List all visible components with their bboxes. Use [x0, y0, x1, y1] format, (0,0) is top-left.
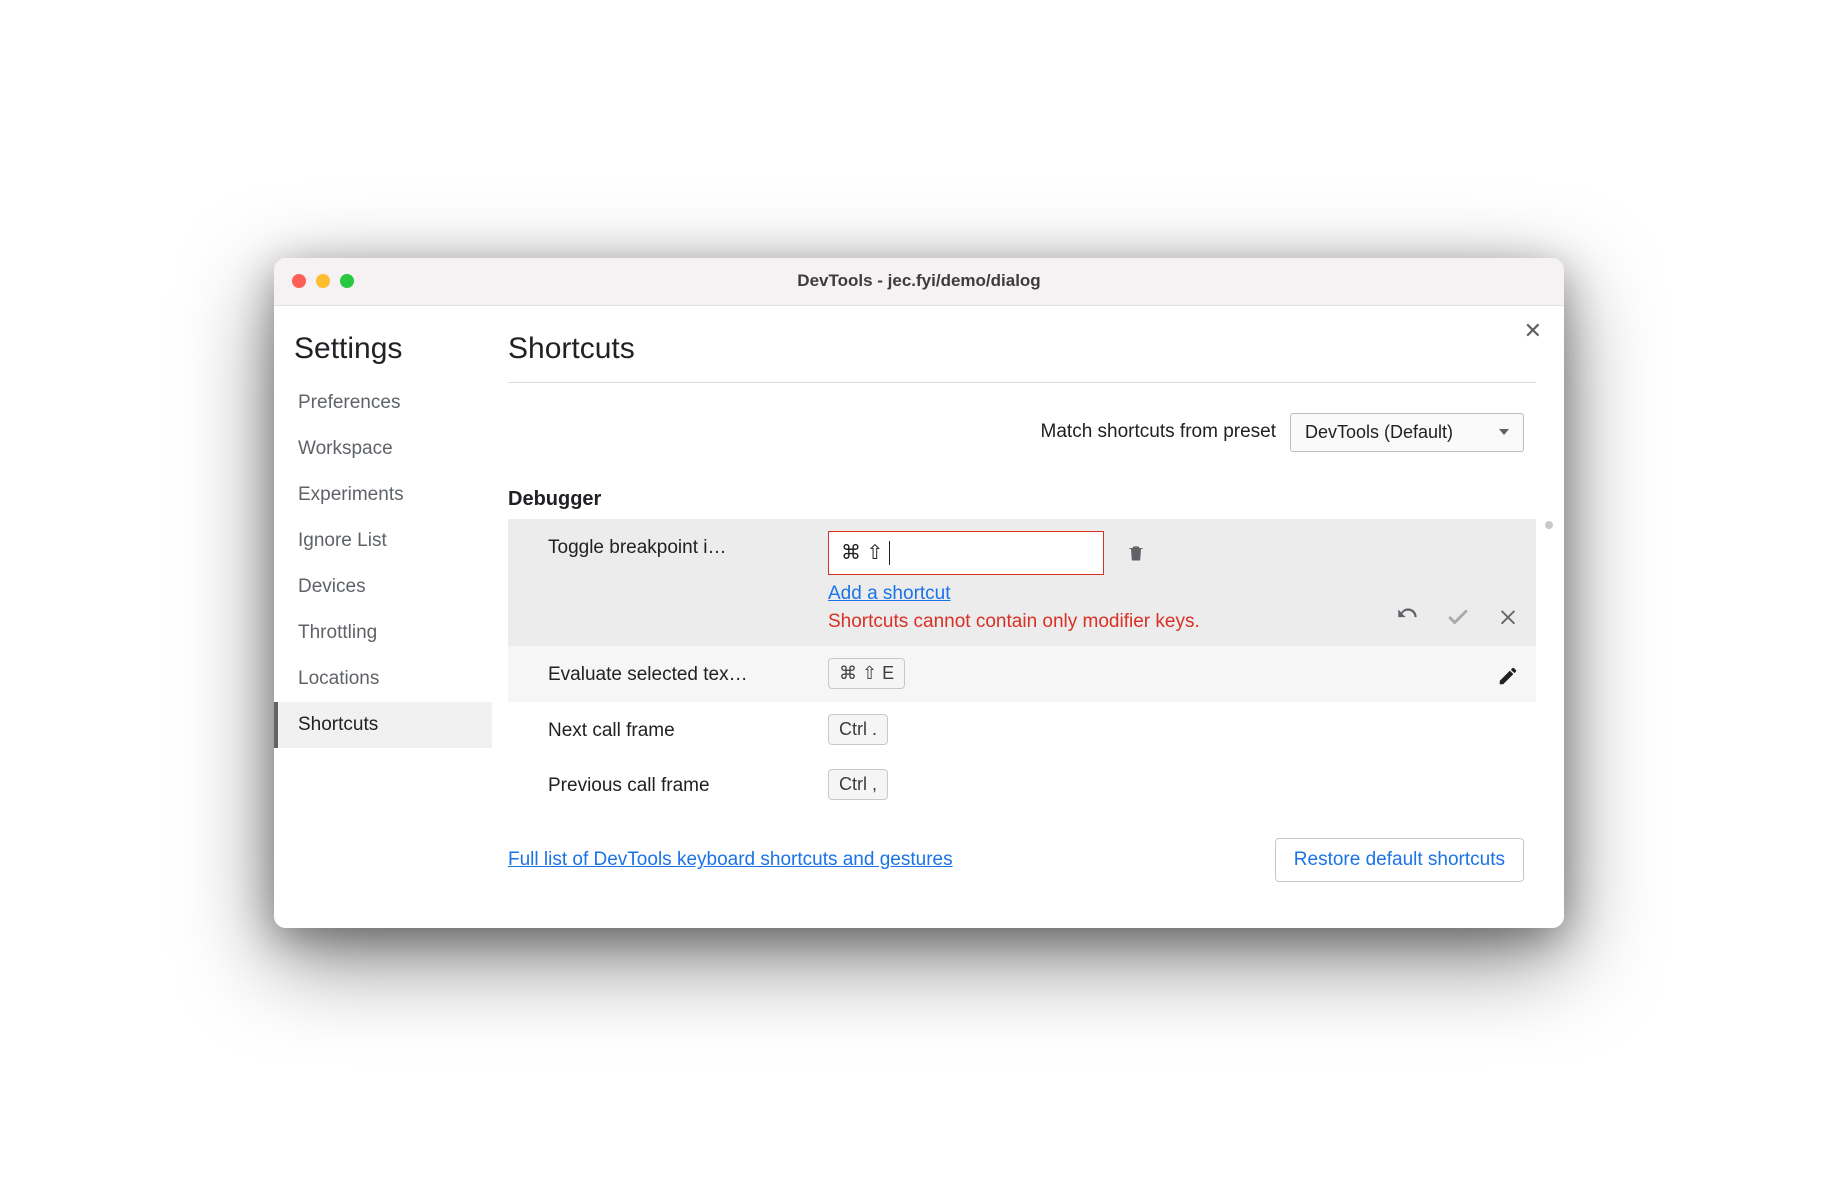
restore-defaults-button[interactable]: Restore default shortcuts [1275, 838, 1524, 882]
shortcut-label: Previous call frame [548, 769, 828, 797]
window-title: DevTools - jec.fyi/demo/dialog [274, 271, 1564, 291]
window-zoom-button[interactable] [340, 274, 354, 288]
delete-shortcut-button[interactable] [1122, 539, 1150, 567]
check-icon [1445, 603, 1471, 629]
sidebar-item-preferences[interactable]: Preferences [274, 380, 492, 426]
sidebar-item-label: Experiments [298, 484, 404, 505]
preset-row: Match shortcuts from preset DevTools (De… [508, 413, 1536, 452]
shortcut-kbd: Ctrl , [828, 769, 888, 800]
close-icon [1497, 605, 1519, 627]
sidebar-item-label: Locations [298, 668, 379, 689]
shortcut-kbd: ⌘ ⇧ E [828, 658, 905, 689]
sidebar-item-experiments[interactable]: Experiments [274, 472, 492, 518]
footer-row: Full list of DevTools keyboard shortcuts… [508, 812, 1536, 902]
edit-shortcut-button[interactable] [1494, 662, 1522, 690]
cancel-button[interactable] [1494, 602, 1522, 630]
preset-label: Match shortcuts from preset [1041, 421, 1276, 443]
full-list-link[interactable]: Full list of DevTools keyboard shortcuts… [508, 849, 953, 871]
window: DevTools - jec.fyi/demo/dialog ✕ Setting… [274, 258, 1564, 929]
trash-icon [1126, 542, 1146, 564]
settings-sidebar: Settings Preferences Workspace Experimen… [274, 306, 492, 929]
page-title: Shortcuts [508, 332, 1536, 382]
window-minimize-button[interactable] [316, 274, 330, 288]
preset-selected-value: DevTools (Default) [1305, 422, 1453, 443]
sidebar-item-locations[interactable]: Locations [274, 656, 492, 702]
chevron-down-icon [1499, 429, 1509, 435]
shortcut-row: Next call frame Ctrl . [508, 702, 1536, 757]
sidebar-heading: Settings [274, 332, 492, 380]
undo-button[interactable] [1394, 602, 1422, 630]
edit-actions [1394, 598, 1522, 630]
sidebar-item-throttling[interactable]: Throttling [274, 610, 492, 656]
settings-panel: ✕ Settings Preferences Workspace Experim… [274, 306, 1564, 929]
shortcut-input[interactable]: ⌘ ⇧ [828, 531, 1104, 575]
sidebar-item-label: Devices [298, 576, 366, 597]
window-controls [274, 274, 354, 288]
shortcut-row: Previous call frame Ctrl , [508, 757, 1536, 812]
add-shortcut-link[interactable]: Add a shortcut [828, 583, 951, 605]
shortcut-label: Next call frame [548, 714, 828, 742]
sidebar-item-label: Workspace [298, 438, 393, 459]
pencil-icon [1497, 665, 1519, 687]
shortcut-label: Toggle breakpoint i… [548, 531, 828, 559]
shortcut-label: Evaluate selected tex… [548, 658, 828, 686]
sidebar-item-workspace[interactable]: Workspace [274, 426, 492, 472]
sidebar-item-shortcuts[interactable]: Shortcuts [274, 702, 492, 748]
shortcuts-list: Toggle breakpoint i… ⌘ ⇧ Add a shortcut [508, 519, 1536, 813]
preset-select[interactable]: DevTools (Default) [1290, 413, 1524, 452]
shortcut-edit-area: ⌘ ⇧ Add a shortcut Shortcuts cannot cont… [828, 531, 1394, 635]
window-close-button[interactable] [292, 274, 306, 288]
undo-icon [1395, 603, 1421, 629]
confirm-button[interactable] [1444, 602, 1472, 630]
main-content: Shortcuts Match shortcuts from preset De… [492, 306, 1564, 929]
scrollbar-thumb[interactable] [1545, 521, 1553, 529]
shortcut-input-value: ⌘ ⇧ [841, 540, 883, 565]
sidebar-item-devices[interactable]: Devices [274, 564, 492, 610]
sidebar-item-ignore-list[interactable]: Ignore List [274, 518, 492, 564]
shortcut-row-editing: Toggle breakpoint i… ⌘ ⇧ Add a shortcut [508, 519, 1536, 647]
divider [508, 382, 1536, 383]
shortcut-error-text: Shortcuts cannot contain only modifier k… [828, 609, 1228, 635]
sidebar-item-label: Throttling [298, 622, 377, 643]
titlebar: DevTools - jec.fyi/demo/dialog [274, 258, 1564, 306]
sidebar-item-label: Shortcuts [298, 714, 378, 735]
text-cursor [889, 541, 890, 565]
shortcut-row: Evaluate selected tex… ⌘ ⇧ E [508, 646, 1536, 702]
section-heading: Debugger [508, 488, 1536, 519]
sidebar-item-label: Preferences [298, 392, 400, 413]
shortcut-kbd: Ctrl . [828, 714, 888, 745]
sidebar-item-label: Ignore List [298, 530, 387, 551]
